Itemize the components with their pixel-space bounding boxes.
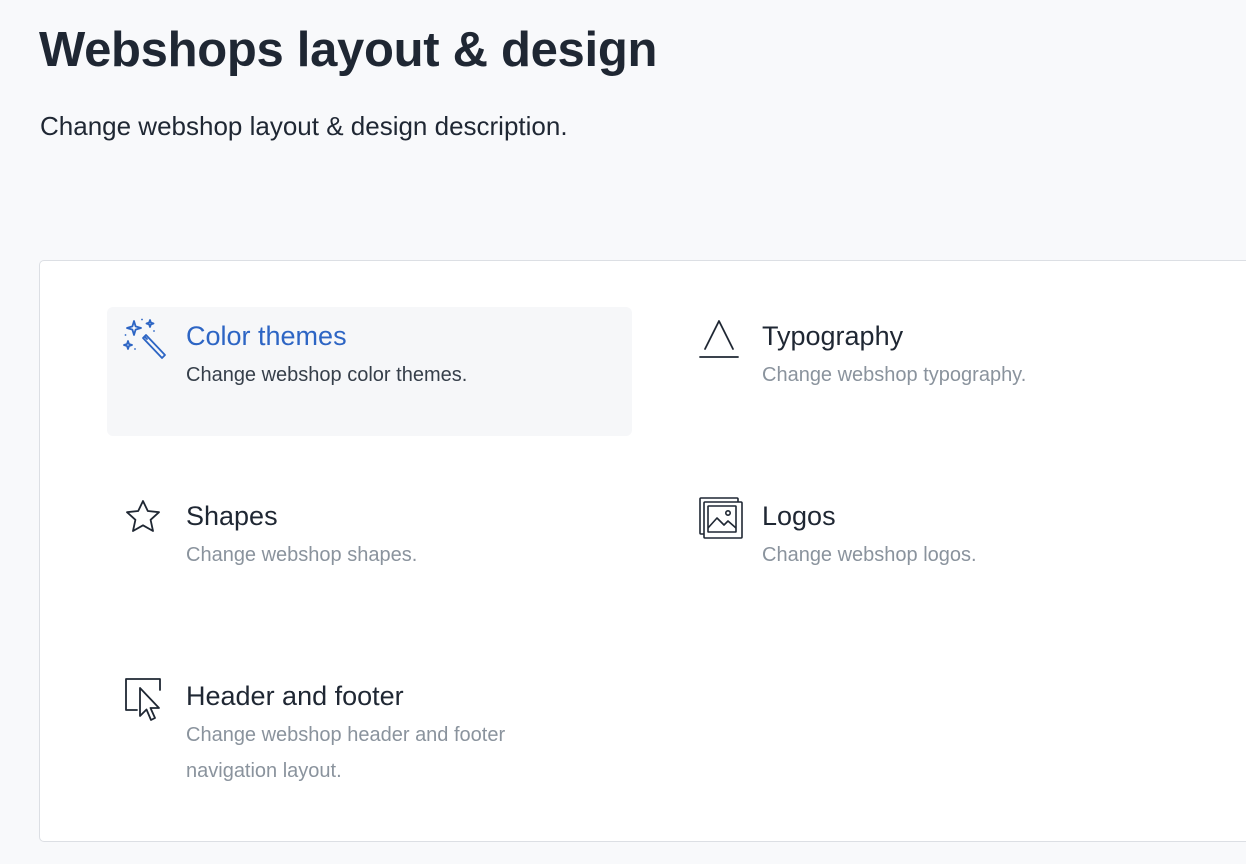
option-description: Change webshop logos.: [762, 544, 977, 566]
option-color-themes[interactable]: Color themes Change webshop color themes…: [107, 307, 632, 436]
option-title: Logos: [762, 501, 836, 531]
magic-wand-icon: [123, 317, 167, 361]
option-description: Change webshop typography.: [762, 364, 1027, 386]
settings-panel: Color themes Change webshop color themes…: [39, 260, 1246, 842]
page-description: Change webshop layout & design descripti…: [40, 111, 568, 141]
option-description: Change webshop color themes.: [186, 364, 468, 386]
option-logos[interactable]: Logos Change webshop logos.: [683, 487, 1208, 616]
option-title: Shapes: [186, 501, 278, 531]
option-title: Color themes: [186, 321, 347, 351]
option-description: Change webshop header and footer navigat…: [186, 724, 506, 782]
cursor-window-icon: [123, 677, 167, 721]
image-stack-icon: [699, 497, 743, 541]
option-shapes[interactable]: Shapes Change webshop shapes.: [107, 487, 632, 616]
page-title: Webshops layout & design: [39, 23, 658, 77]
star-icon: [123, 497, 167, 541]
option-title: Header and footer: [186, 681, 404, 711]
option-typography[interactable]: Typography Change webshop typography.: [683, 307, 1208, 436]
option-description: Change webshop shapes.: [186, 544, 418, 566]
option-header-footer[interactable]: Header and footer Change webshop header …: [107, 667, 632, 817]
typography-icon: [699, 317, 743, 361]
option-title: Typography: [762, 321, 904, 351]
